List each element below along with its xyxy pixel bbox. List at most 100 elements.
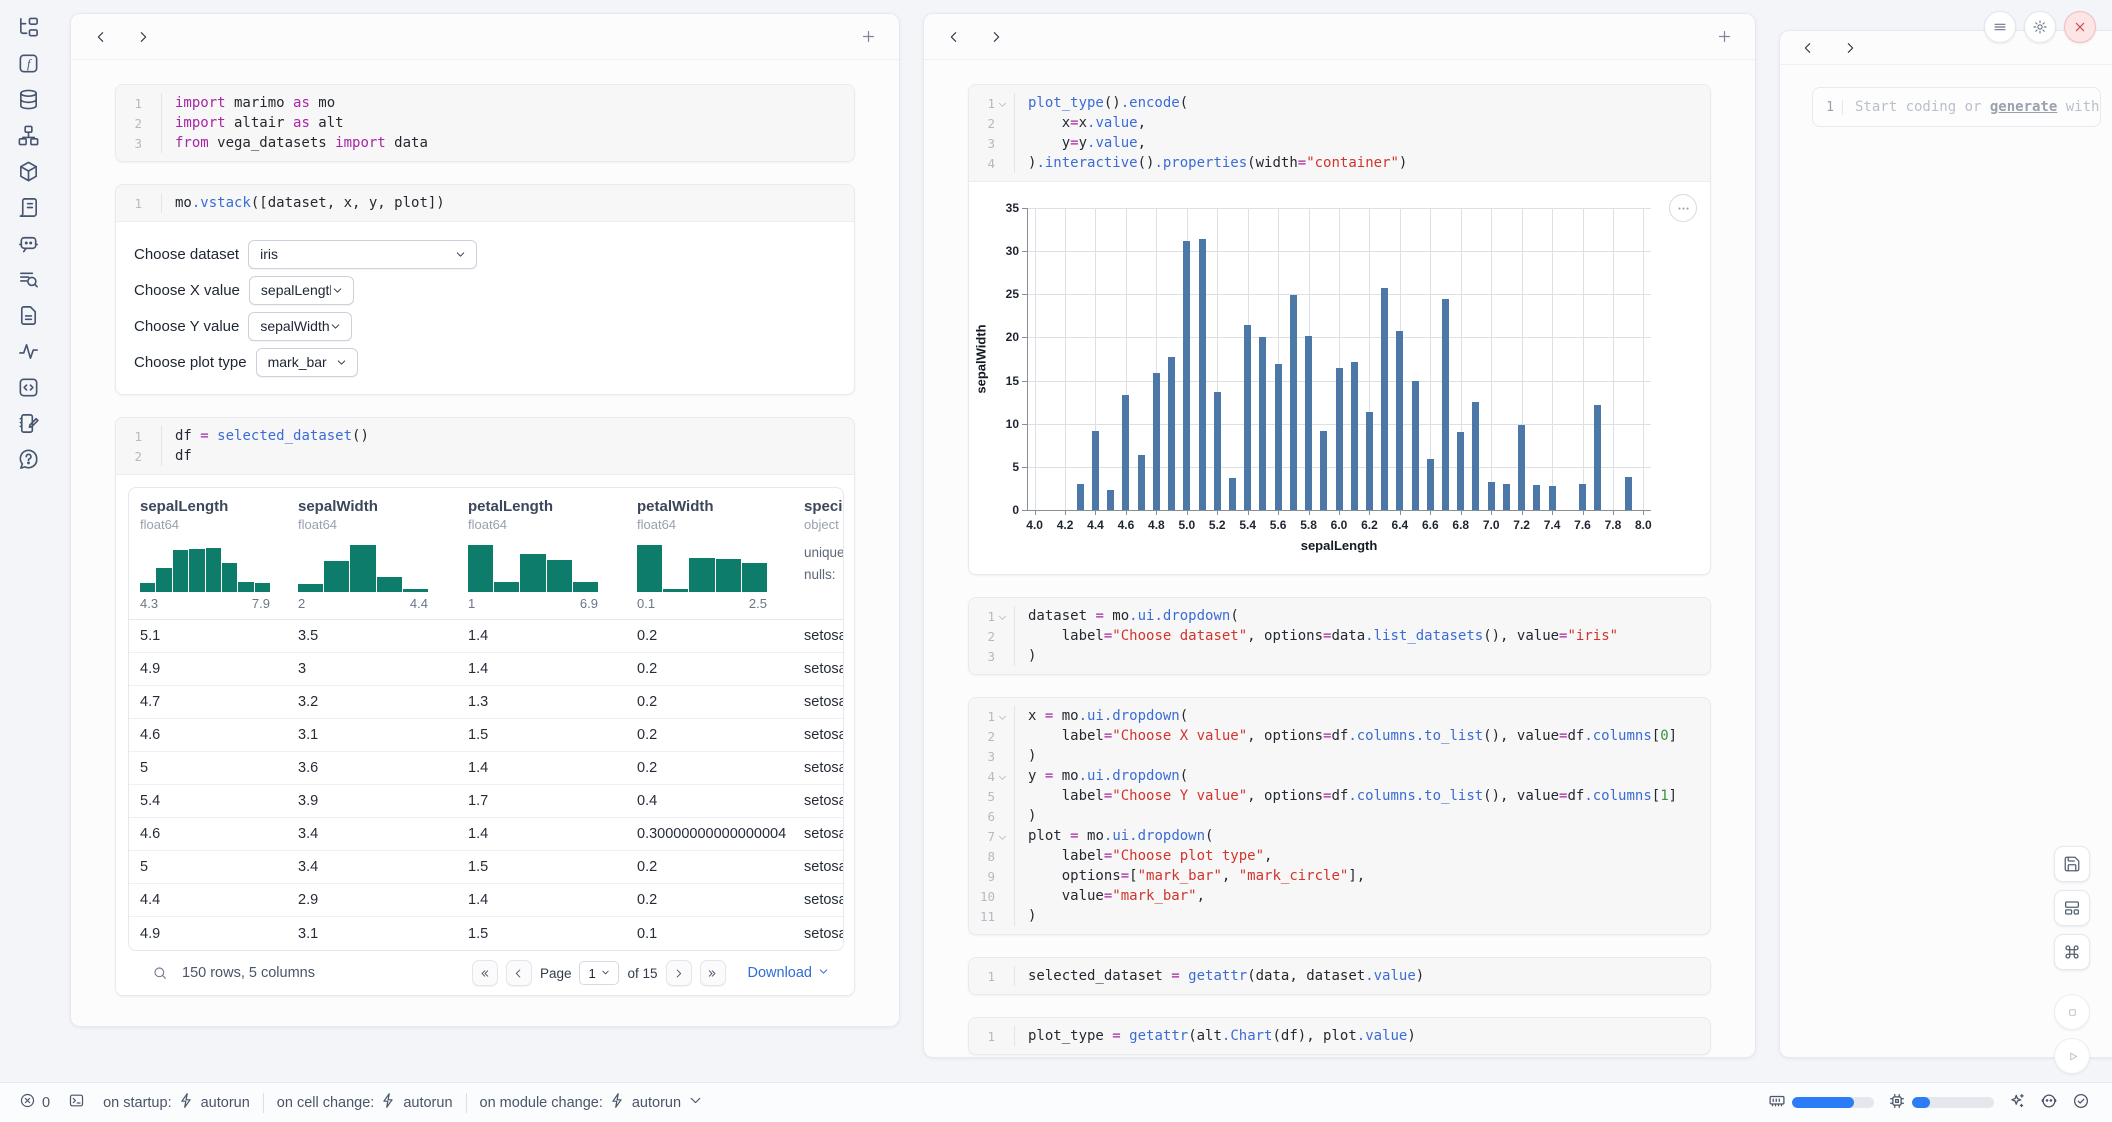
code-editor[interactable]: 1234plot_type().encode( x=x.value, y=y.v… bbox=[969, 85, 1710, 181]
code-token: ], bbox=[1348, 868, 1365, 884]
code-token: marimo bbox=[226, 95, 293, 111]
table-cell: setosa bbox=[793, 628, 844, 644]
code-token: = bbox=[1070, 115, 1078, 131]
table-row[interactable]: 4.63.11.50.2setosa bbox=[129, 719, 843, 752]
code-line: ) bbox=[1028, 906, 1677, 926]
line-number-gutter: 1234567891011 bbox=[969, 706, 1015, 926]
histogram-bar bbox=[324, 561, 349, 592]
download-button[interactable]: Download bbox=[748, 965, 831, 982]
histogram-bar bbox=[173, 550, 188, 592]
column-header[interactable]: petalLengthfloat6416.9 bbox=[457, 498, 626, 611]
fold-chevron-icon[interactable] bbox=[997, 98, 1008, 109]
control-label: Choose dataset bbox=[134, 246, 239, 263]
column-header[interactable]: sepalLengthfloat644.37.9 bbox=[129, 498, 287, 611]
chevron-right-icon[interactable] bbox=[988, 29, 1004, 45]
functions-icon[interactable]: f bbox=[17, 52, 40, 75]
table-row[interactable]: 4.931.40.2setosa bbox=[129, 653, 843, 686]
layout-button[interactable] bbox=[2054, 890, 2090, 926]
next-page-button[interactable] bbox=[666, 960, 692, 986]
code-editor[interactable]: 12df = selected_dataset()df bbox=[116, 418, 854, 474]
code-token: , bbox=[1197, 888, 1205, 904]
table-row[interactable]: 4.73.21.30.2setosa bbox=[129, 686, 843, 719]
code-editor[interactable]: 123import marimo as moimport altair as a… bbox=[116, 85, 854, 161]
close-button[interactable] bbox=[2064, 11, 2096, 43]
code-editor[interactable]: 123dataset = mo.ui.dropdown( label="Choo… bbox=[969, 598, 1710, 674]
scratchpad-icon[interactable] bbox=[17, 412, 40, 435]
fold-chevron-icon[interactable] bbox=[997, 771, 1008, 782]
table-row[interactable]: 4.42.91.40.2setosa bbox=[129, 884, 843, 917]
check-circle-icon[interactable] bbox=[2072, 1092, 2090, 1114]
table-row[interactable]: 5.13.51.40.2setosa bbox=[129, 620, 843, 653]
runtime-config-3[interactable]: on module change:autorun bbox=[471, 1092, 714, 1113]
runtime-config-1[interactable]: on startup:autorun bbox=[94, 1092, 259, 1113]
chart-actions-button[interactable] bbox=[1669, 194, 1697, 222]
menu-button[interactable] bbox=[1984, 11, 2016, 43]
database-icon[interactable] bbox=[17, 88, 40, 111]
dropdown-select[interactable]: sepalWidth bbox=[248, 312, 352, 341]
column-histogram bbox=[140, 540, 270, 592]
code-editor[interactable]: 1plot_type = getattr(alt.Chart(df), plot… bbox=[969, 1018, 1710, 1054]
dropdown-select[interactable]: mark_bar bbox=[256, 348, 358, 377]
gear-button[interactable] bbox=[2024, 11, 2056, 43]
table-row[interactable]: 53.41.50.2setosa bbox=[129, 851, 843, 884]
code-token bbox=[209, 428, 217, 444]
fold-chevron-icon[interactable] bbox=[997, 711, 1008, 722]
column-header[interactable]: petalWidthfloat640.12.5 bbox=[626, 498, 793, 611]
table-row[interactable]: 4.93.11.50.1setosa bbox=[129, 917, 843, 950]
add-cell-icon[interactable] bbox=[860, 28, 877, 45]
errors-indicator[interactable]: 0 bbox=[10, 1092, 59, 1113]
code-token: = bbox=[1112, 1028, 1120, 1044]
chevron-left-icon[interactable] bbox=[1800, 40, 1816, 56]
code-editor[interactable]: 1234567891011x = mo.ui.dropdown( label="… bbox=[969, 698, 1710, 934]
first-page-button[interactable] bbox=[472, 960, 498, 986]
fold-chevron-icon[interactable] bbox=[997, 611, 1008, 622]
tracing-icon[interactable] bbox=[17, 340, 40, 363]
table-cell: 1.7 bbox=[457, 793, 626, 809]
last-page-button[interactable] bbox=[700, 960, 726, 986]
column-header[interactable]: sepalWidthfloat6424.4 bbox=[287, 498, 457, 611]
chat-icon[interactable] bbox=[17, 232, 40, 255]
snippets-icon[interactable] bbox=[17, 304, 40, 327]
chevron-left-icon[interactable] bbox=[946, 29, 962, 45]
dependency-graph-icon[interactable] bbox=[17, 124, 40, 147]
code-token: label bbox=[1028, 628, 1104, 644]
dropdown-select[interactable]: iris bbox=[248, 240, 477, 269]
logs-icon[interactable] bbox=[17, 196, 40, 219]
play-button[interactable] bbox=[2054, 1038, 2090, 1074]
sparkles-icon[interactable] bbox=[2008, 1092, 2026, 1114]
table-row[interactable]: 5.43.91.70.4setosa bbox=[129, 785, 843, 818]
dropdown-select[interactable]: sepalLength bbox=[249, 276, 354, 305]
stop-button[interactable] bbox=[2054, 994, 2090, 1030]
fold-chevron-icon[interactable] bbox=[997, 831, 1008, 842]
column-header[interactable]: speciesobjectunique:nulls: bbox=[793, 498, 844, 611]
code-editor[interactable]: 1selected_dataset = getattr(data, datase… bbox=[969, 958, 1710, 994]
code-editor[interactable]: 1mo.vstack([dataset, x, y, plot]) bbox=[116, 185, 854, 221]
page-select[interactable]: 1 bbox=[579, 961, 619, 985]
chevron-right-icon[interactable] bbox=[135, 29, 151, 45]
chart-bar bbox=[1122, 395, 1129, 510]
y-axis-title: sepalWidth bbox=[974, 324, 989, 393]
terminal-button[interactable] bbox=[59, 1092, 94, 1113]
robot-icon[interactable] bbox=[2040, 1092, 2058, 1114]
documentation-icon[interactable] bbox=[17, 268, 40, 291]
chevron-left-icon[interactable] bbox=[93, 29, 109, 45]
new-cell-editor[interactable]: 1 Start coding or generate with bbox=[1812, 87, 2101, 127]
table-row[interactable]: 4.63.41.40.30000000000000004setosa bbox=[129, 818, 843, 851]
runtime-config-2[interactable]: on cell change:autorun bbox=[268, 1092, 462, 1113]
generate-link[interactable]: generate bbox=[1990, 99, 2057, 115]
memory-usage-fill bbox=[1792, 1097, 1854, 1108]
table-row[interactable]: 53.61.40.2setosa bbox=[129, 752, 843, 785]
file-tree-icon[interactable] bbox=[17, 16, 40, 39]
save-button[interactable] bbox=[2054, 846, 2090, 882]
x-tick-label: 4.0 bbox=[1026, 518, 1043, 532]
line-number: 2 bbox=[969, 113, 1008, 133]
chevron-right-icon[interactable] bbox=[1842, 40, 1858, 56]
previous-page-button[interactable] bbox=[506, 960, 532, 986]
search-icon[interactable] bbox=[152, 965, 168, 981]
add-cell-icon[interactable] bbox=[1716, 28, 1733, 45]
code-line: plot_type().encode( bbox=[1028, 93, 1407, 113]
command-button[interactable] bbox=[2054, 934, 2090, 970]
packages-icon[interactable] bbox=[17, 160, 40, 183]
code-icon[interactable] bbox=[17, 376, 40, 399]
help-icon[interactable] bbox=[17, 448, 40, 471]
